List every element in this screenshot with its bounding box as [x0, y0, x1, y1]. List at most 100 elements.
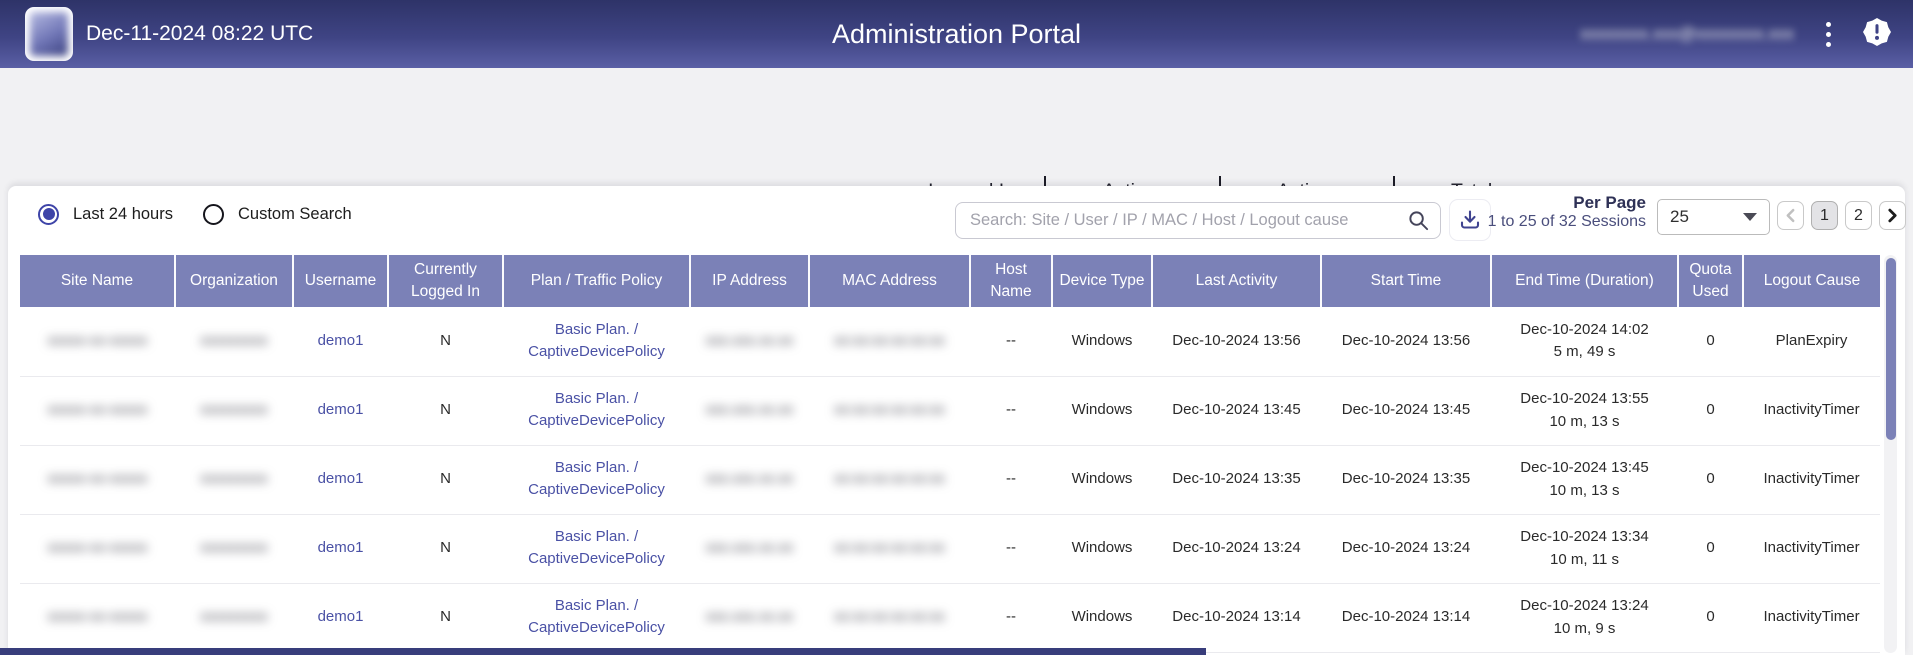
username-link[interactable]: demo1 [318, 608, 364, 625]
duration: 10 m, 9 s [1495, 618, 1674, 641]
cell-start_time: Dec-10-2024 13:35 [1321, 445, 1491, 514]
cell-username[interactable]: demo1 [293, 583, 388, 652]
cell-ip: xxx.xxx.xx.xx [690, 307, 809, 376]
plan-link[interactable]: Basic Plan. / CaptiveDevicePolicy [514, 388, 679, 432]
cell-username[interactable]: demo1 [293, 307, 388, 376]
alert-seal-icon[interactable] [1863, 18, 1891, 51]
next-page-button[interactable] [1879, 201, 1906, 230]
redacted-text: xxxxxxxxx [200, 608, 268, 625]
table-row: xxxxx-xx-xxxxxxxxxxxxxxdemo1NBasic Plan.… [20, 445, 1880, 514]
cell-site: xxxxx-xx-xxxxx [20, 307, 175, 376]
cell-device: Windows [1052, 376, 1152, 445]
column-header-mac: MAC Address [809, 255, 970, 307]
username-link[interactable]: demo1 [318, 332, 364, 349]
cell-last_activity: Dec-10-2024 13:14 [1152, 583, 1321, 652]
radio-selected-icon[interactable] [38, 204, 59, 225]
radio-unselected-icon[interactable] [203, 204, 224, 225]
redacted-text: xx:xx:xx:xx:xx:xx [834, 470, 945, 487]
cell-start_time: Dec-10-2024 13:14 [1321, 583, 1491, 652]
content-card: Last 24 hours Custom Search Per Page 1 t… [8, 186, 1905, 655]
table-row: xxxxx-xx-xxxxxxxxxxxxxxdemo1NBasic Plan.… [20, 514, 1880, 583]
page-size-selector[interactable]: 25 [1657, 199, 1770, 235]
cell-end_time: Dec-10-2024 13:2410 m, 9 s [1491, 583, 1678, 652]
column-header-site: Site Name [20, 255, 175, 307]
column-header-username: Username [293, 255, 388, 307]
current-datetime: Dec-11-2024 08:22 UTC [86, 0, 313, 68]
search-icon[interactable] [1407, 209, 1430, 237]
table-row: xxxxx-xx-xxxxxxxxxxxxxxdemo1NBasic Plan.… [20, 307, 1880, 376]
page-button-2[interactable]: 2 [1845, 201, 1872, 230]
plan-link[interactable]: Basic Plan. / CaptiveDevicePolicy [514, 526, 679, 570]
column-header-last_activity: Last Activity [1152, 255, 1321, 307]
username-link[interactable]: demo1 [318, 539, 364, 556]
column-header-device: Device Type [1052, 255, 1152, 307]
top-bar: Dec-11-2024 08:22 UTC Administration Por… [0, 0, 1913, 68]
cell-logout: InactivityTimer [1743, 445, 1880, 514]
radio-label: Custom Search [238, 205, 352, 224]
footer-strip [0, 648, 1206, 655]
scrollbar-thumb[interactable] [1886, 258, 1896, 440]
end-time: Dec-10-2024 13:34 [1495, 526, 1674, 549]
download-button[interactable] [1449, 199, 1491, 241]
radio-last-24-hours[interactable]: Last 24 hours [38, 204, 173, 225]
column-header-start_time: Start Time [1321, 255, 1491, 307]
range-text: 1 to 25 of 32 Sessions [1486, 213, 1646, 231]
redacted-text: xxx.xxx.xx.xx [706, 608, 794, 625]
duration: 10 m, 13 s [1495, 411, 1674, 434]
cell-plan[interactable]: Basic Plan. / CaptiveDevicePolicy [503, 514, 690, 583]
kebab-menu-icon[interactable] [1822, 18, 1835, 51]
table-header-row: Site NameOrganizationUsernameCurrently L… [20, 255, 1880, 307]
redacted-text: xxx.xxx.xx.xx [706, 401, 794, 418]
chevron-left-icon [1785, 208, 1796, 223]
vertical-scrollbar[interactable] [1884, 255, 1897, 653]
end-time: Dec-10-2024 14:02 [1495, 319, 1674, 342]
cell-logged_in: N [388, 445, 503, 514]
duration: 10 m, 11 s [1495, 549, 1674, 572]
cell-plan[interactable]: Basic Plan. / CaptiveDevicePolicy [503, 445, 690, 514]
column-header-logout: Logout Cause [1743, 255, 1880, 307]
per-page-summary: Per Page 1 to 25 of 32 Sessions [1486, 193, 1646, 231]
search-input[interactable] [955, 202, 1441, 239]
username-link[interactable]: demo1 [318, 470, 364, 487]
redacted-text: xxxxx-xx-xxxxx [48, 539, 148, 556]
cell-plan[interactable]: Basic Plan. / CaptiveDevicePolicy [503, 583, 690, 652]
redacted-text: xx:xx:xx:xx:xx:xx [834, 539, 945, 556]
time-filter-radios: Last 24 hours Custom Search [38, 194, 352, 234]
plan-link[interactable]: Basic Plan. / CaptiveDevicePolicy [514, 457, 679, 501]
cell-host: -- [970, 376, 1052, 445]
username-link[interactable]: demo1 [318, 401, 364, 418]
cell-ip: xxx.xxx.xx.xx [690, 583, 809, 652]
cell-device: Windows [1052, 583, 1152, 652]
table-row: xxxxx-xx-xxxxxxxxxxxxxxdemo1NBasic Plan.… [20, 376, 1880, 445]
redacted-text: xxx.xxx.xx.xx [706, 332, 794, 349]
cell-quota: 0 [1678, 307, 1743, 376]
cell-plan[interactable]: Basic Plan. / CaptiveDevicePolicy [503, 307, 690, 376]
cell-quota: 0 [1678, 445, 1743, 514]
cell-username[interactable]: demo1 [293, 445, 388, 514]
cell-username[interactable]: demo1 [293, 514, 388, 583]
cell-mac: xx:xx:xx:xx:xx:xx [809, 307, 970, 376]
sessions-table: Site NameOrganizationUsernameCurrently L… [20, 255, 1880, 653]
cell-logout: InactivityTimer [1743, 514, 1880, 583]
chevron-right-icon [1887, 208, 1898, 223]
cell-mac: xx:xx:xx:xx:xx:xx [809, 583, 970, 652]
cell-start_time: Dec-10-2024 13:24 [1321, 514, 1491, 583]
page-button-1[interactable]: 1 [1811, 201, 1838, 230]
cell-host: -- [970, 514, 1052, 583]
cell-site: xxxxx-xx-xxxxx [20, 445, 175, 514]
prev-page-button[interactable] [1777, 201, 1804, 230]
cell-plan[interactable]: Basic Plan. / CaptiveDevicePolicy [503, 376, 690, 445]
cell-username[interactable]: demo1 [293, 376, 388, 445]
radio-custom-search[interactable]: Custom Search [203, 204, 352, 225]
column-header-end_time: End Time (Duration) [1491, 255, 1678, 307]
page-size-value: 25 [1670, 207, 1689, 227]
cell-last_activity: Dec-10-2024 13:35 [1152, 445, 1321, 514]
cell-site: xxxxx-xx-xxxxx [20, 514, 175, 583]
cell-logged_in: N [388, 307, 503, 376]
cell-logged_in: N [388, 514, 503, 583]
cell-mac: xx:xx:xx:xx:xx:xx [809, 445, 970, 514]
cell-end_time: Dec-10-2024 13:4510 m, 13 s [1491, 445, 1678, 514]
plan-link[interactable]: Basic Plan. / CaptiveDevicePolicy [514, 319, 679, 363]
redacted-text: xx:xx:xx:xx:xx:xx [834, 332, 945, 349]
plan-link[interactable]: Basic Plan. / CaptiveDevicePolicy [514, 595, 679, 639]
